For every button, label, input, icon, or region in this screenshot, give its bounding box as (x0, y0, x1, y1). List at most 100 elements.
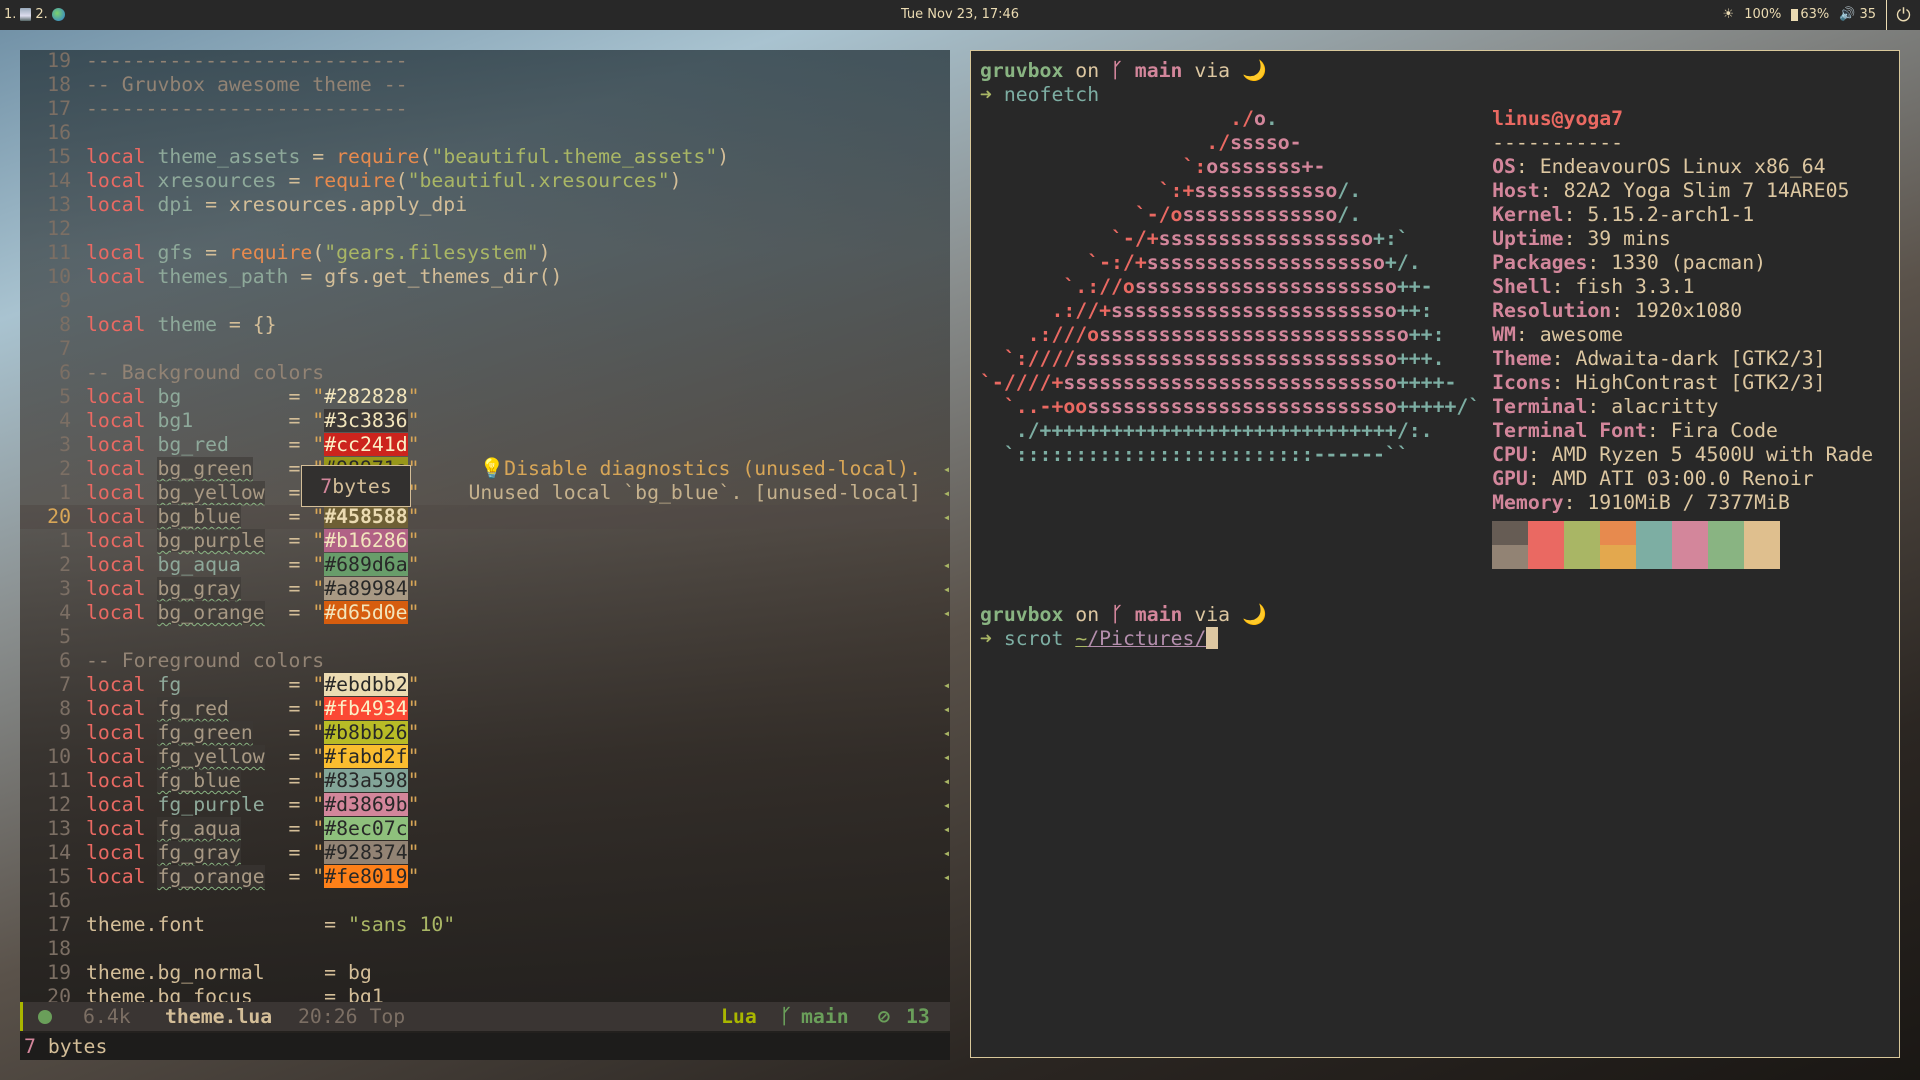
code-line[interactable]: 8 local theme = {} (20, 313, 950, 337)
code-text: ( (312, 241, 325, 264)
line-number: 2 (59, 553, 71, 576)
code-line[interactable]: 19 --------------------------- (20, 50, 950, 73)
code-line[interactable]: 15 local theme_assets = require("beautifu… (20, 145, 950, 169)
clock[interactable]: Tue Nov 23, 17:46 (901, 7, 1019, 22)
code-line[interactable]: 14 local fg_gray = "#928374" ◂ (20, 841, 950, 865)
code-line[interactable]: 6 -- Foreground colors (20, 649, 950, 673)
line-number: 1 (59, 529, 71, 552)
line-number: 3 (59, 433, 71, 456)
color-swatch (1672, 521, 1709, 569)
code-line[interactable]: 11 local gfs = require("gears.filesystem"… (20, 241, 950, 265)
ascii-logo-segment: +++. (1396, 347, 1445, 370)
line-number: 18 (47, 73, 71, 96)
terminal-icon[interactable] (20, 8, 32, 21)
text-cursor (1206, 627, 1219, 649)
keyword: local (86, 457, 146, 480)
code-line[interactable]: 4 local bg_orange = "#d65d0e" ◂ (20, 601, 950, 625)
code-line[interactable]: 10 local fg_yellow = "#fabd2f" ◂ (20, 745, 950, 769)
power-button[interactable]: ⏻ (1886, 0, 1920, 30)
code-line[interactable]: 16 (20, 121, 950, 145)
code-line[interactable]: 12 local fg_purple = "#d3869b" ◂ (20, 793, 950, 817)
variable: bg (157, 385, 182, 408)
line-number: 7 (59, 673, 71, 696)
battery-value[interactable]: 63% (1800, 7, 1829, 22)
info-line: Host: 82A2 Yoga Slim 7 14ARE05 (1492, 179, 1850, 202)
ascii-logo-segment (980, 155, 1182, 178)
diagnostic-action[interactable]: 💡Disable diagnostics (unused-local). (480, 457, 921, 481)
arrow-icon: ➜ (980, 83, 1004, 106)
tag-1[interactable]: 1. (4, 7, 16, 22)
diagnostics-icon: ⊘ (878, 1005, 890, 1028)
code-line[interactable]: 7 (20, 337, 950, 361)
keyword: local (86, 601, 146, 624)
neovim-editor[interactable]: 19 --------------------------- 18 -- Gruvbo… (20, 50, 950, 1060)
code-buffer[interactable]: 19 --------------------------- 18 -- Gruvbo… (20, 50, 950, 1009)
code-line[interactable]: 5 (20, 625, 950, 649)
line-number: 9 (59, 289, 71, 312)
code-line[interactable]: 3 local bg_red = "#cc241d" (20, 433, 950, 457)
code-line[interactable]: 17 theme.font = "sans 10" (20, 913, 950, 937)
code-line[interactable]: 12 (20, 217, 950, 241)
code-text: ( (419, 145, 432, 168)
code-line[interactable]: 16 (20, 889, 950, 913)
git-branch-icon: ᚴ (780, 1005, 792, 1028)
quote: " (312, 577, 325, 600)
code-line-current[interactable]: 20 local bg_blue = "#458588" ◂ (20, 505, 950, 529)
quote: " (407, 433, 420, 456)
path-argument: /Pictures/ (1087, 627, 1207, 650)
code-line[interactable]: 18 (20, 937, 950, 961)
code-line[interactable]: 5 local bg = "#282828" (20, 385, 950, 409)
unused-variable: fg_red (157, 697, 229, 720)
code-line[interactable]: 14 local xresources = require("beautiful.… (20, 169, 950, 193)
keyword: local (86, 721, 146, 744)
command-line[interactable]: 7 bytes (20, 1033, 950, 1060)
quote: " (312, 769, 325, 792)
code-line[interactable]: 13 local fg_aqua = "#8ec07c" ◂ (20, 817, 950, 841)
ascii-logo-segment: ./++++++++++++++++++++++++++++++/:. (1015, 419, 1433, 442)
quote: " (312, 433, 325, 456)
color-value: #a89984 (324, 577, 408, 600)
code-line[interactable]: 18 -- Gruvbox awesome theme -- (20, 73, 950, 97)
globe-icon[interactable] (51, 8, 65, 21)
code-line[interactable]: 3 local bg_gray = "#a89984" ◂ (20, 577, 950, 601)
code-line[interactable]: 2 local bg_aqua = "#689d6a" ◂ (20, 553, 950, 577)
prompt-branch: main (1134, 603, 1183, 626)
code-line[interactable]: 6 -- Background colors (20, 361, 950, 385)
neofetch-row: ./++++++++++++++++++++++++++++++/:. Termi… (980, 419, 1899, 443)
ascii-logo-segment: ssssssssssssssssssssso (1134, 275, 1397, 298)
line-number: 6 (59, 361, 71, 384)
code-line[interactable]: 19 theme.bg_normal = bg (20, 961, 950, 985)
info-line: Terminal: alacritty (1492, 395, 1719, 418)
code-line[interactable]: 8 local fg_red = "#fb4934" ◂ (20, 697, 950, 721)
quote: " (312, 601, 325, 624)
tag-2[interactable]: 2. (35, 7, 47, 22)
code-line[interactable]: 7 local fg = "#ebdbb2" ◂ (20, 673, 950, 697)
code-line[interactable]: 10 local themes_path = gfs.get_themes_dir… (20, 265, 950, 289)
code-line[interactable]: 11 local fg_blue = "#83a598" ◂ (20, 769, 950, 793)
line-number: 16 (47, 889, 71, 912)
info-line: OS: EndeavourOS Linux x86_64 (1492, 155, 1826, 178)
brightness-value[interactable]: 100% (1744, 7, 1781, 22)
diagnostic-sign-icon: ◂ (943, 486, 950, 500)
terminal-window[interactable]: gruvbox on ᚴ main via 🌙 ➜ neofetch ./o. l… (970, 50, 1900, 1058)
info-value: Fira Code (1670, 419, 1778, 442)
git-branch-icon: ᚴ (1111, 603, 1135, 626)
cursor-position: 20:26 Top (298, 1005, 406, 1028)
command-input-line[interactable]: ➜ scrot ~/Pictures/ (980, 627, 1899, 651)
volume-value[interactable]: 35 (1859, 7, 1876, 22)
code-line[interactable]: 15 local fg_orange = "#fe8019" ◂ (20, 865, 950, 889)
code-line[interactable]: 1 local bg_purple = "#b16286" (20, 529, 950, 553)
keyword: local (86, 265, 146, 288)
info-line: GPU: AMD ATI 03:00.0 Renoir (1492, 467, 1814, 490)
code-text: = (300, 145, 337, 168)
info-line: Kernel: 5.15.2-arch1-1 (1492, 203, 1755, 226)
code-line[interactable]: 17 --------------------------- (20, 97, 950, 121)
code-line[interactable]: 9 local fg_green = "#b8bb26" ◂ (20, 721, 950, 745)
code-line[interactable]: 4 local bg1 = "#3c3836" (20, 409, 950, 433)
line-number: 14 (47, 169, 71, 192)
code-line[interactable]: 13 local dpi = xresources.apply_dpi (20, 193, 950, 217)
ascii-logo-line: ./sssso- (980, 131, 1492, 155)
code-line[interactable]: 9 (20, 289, 950, 313)
